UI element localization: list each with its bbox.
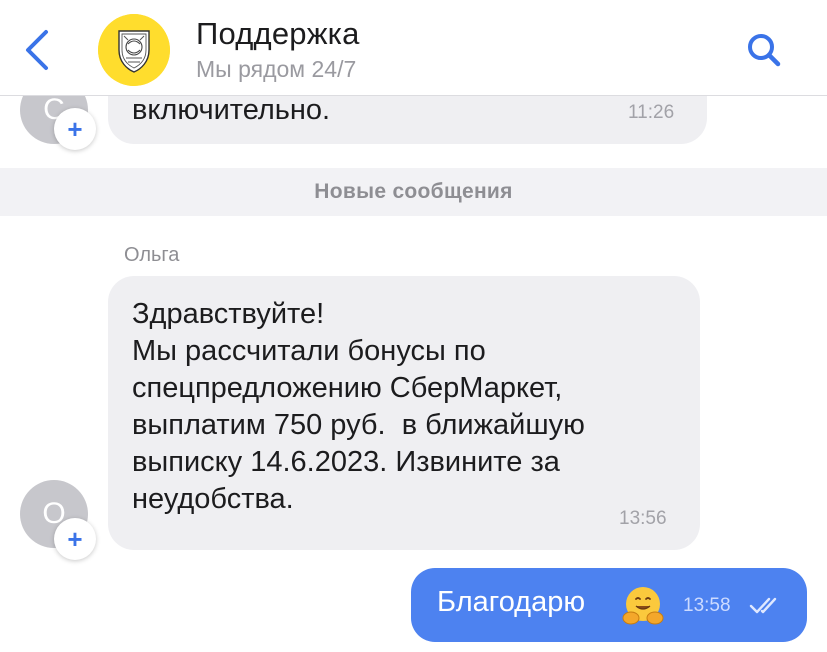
message-line: Мы рассчитали бонусы по	[132, 335, 486, 367]
double-check-icon	[749, 594, 783, 616]
emblem-graphic	[98, 14, 170, 86]
message-text: Благодарю	[437, 586, 586, 618]
message-text: включительно.	[132, 94, 331, 126]
chevron-left-icon	[26, 30, 48, 70]
message-line: выписку 14.6.2023. Извините за	[132, 446, 560, 478]
sender-name: Ольга	[124, 244, 180, 266]
chat-subtitle: Мы рядом 24/7	[196, 56, 357, 82]
new-messages-divider: Новые сообщения	[0, 168, 827, 216]
message-time: 13:56	[619, 508, 667, 529]
message-bubble-outgoing[interactable]: Благодарю 13:58	[411, 568, 807, 642]
message-line: выплатим 750 руб. в ближайшую	[132, 409, 585, 441]
hugging-face-emoji	[621, 584, 665, 628]
bank-emblem-logo[interactable]	[98, 14, 170, 86]
message-line: Здравствуйте!	[132, 298, 325, 330]
message-bubble-incoming[interactable]: Здравствуйте! Мы рассчитали бонусы по сп…	[108, 276, 700, 550]
back-button[interactable]	[18, 26, 58, 74]
plus-icon: +	[67, 113, 83, 144]
search-icon	[748, 34, 781, 67]
message-time: 13:58	[683, 595, 731, 616]
message-line: неудобства.	[132, 483, 294, 515]
divider-label: Новые сообщения	[314, 180, 513, 203]
add-contact-button[interactable]: +	[54, 518, 96, 560]
chat-header: Поддержка Мы рядом 24/7	[0, 0, 827, 96]
chat-title[interactable]: Поддержка	[196, 16, 360, 52]
message-line: спецпредложению СберМаркет,	[132, 372, 563, 404]
message-time: 11:26	[628, 102, 675, 123]
plus-icon: +	[67, 523, 83, 554]
search-button[interactable]	[742, 28, 786, 72]
add-contact-button[interactable]: +	[54, 108, 96, 150]
